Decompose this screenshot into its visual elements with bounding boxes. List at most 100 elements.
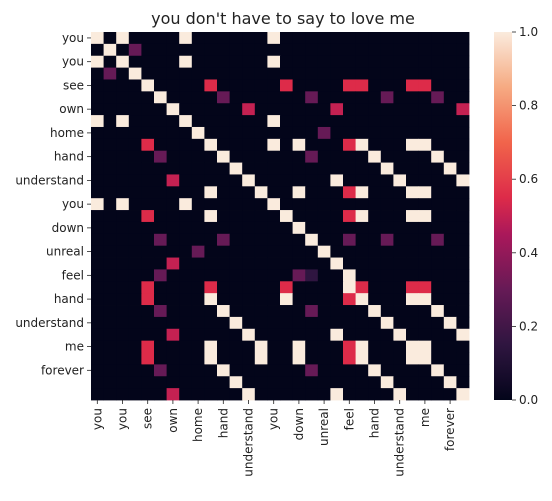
heatmap-cell — [154, 43, 167, 57]
heatmap-cell — [229, 67, 243, 80]
heatmap-cell — [431, 198, 445, 211]
heatmap-cell — [443, 364, 457, 377]
heatmap-cell — [343, 115, 356, 128]
heatmap-cell — [91, 364, 104, 377]
heatmap-cell — [330, 91, 344, 104]
heatmap-cell — [355, 281, 369, 294]
heatmap-cell — [166, 150, 180, 163]
heatmap-cell — [292, 376, 306, 389]
heatmap-cell — [128, 115, 142, 128]
heatmap-cell — [406, 388, 419, 401]
heatmap-cell — [443, 210, 457, 223]
heatmap-cell — [330, 293, 344, 306]
heatmap-cell — [191, 138, 205, 152]
heatmap-cell — [393, 32, 407, 45]
y-tick-label: unreal — [46, 245, 84, 259]
heatmap-cell — [116, 91, 130, 104]
heatmap-cell — [141, 126, 155, 140]
heatmap-cell — [229, 316, 243, 330]
heatmap-cell — [141, 293, 155, 306]
heatmap-cell — [280, 245, 293, 258]
heatmap-cell — [355, 376, 369, 389]
colorbar-tick-label: 1.0 — [519, 25, 538, 39]
heatmap-cell — [431, 103, 445, 116]
heatmap-cell — [217, 305, 230, 318]
heatmap-cell — [217, 340, 230, 353]
heatmap-cell — [128, 91, 142, 104]
heatmap-cell — [355, 79, 369, 92]
heatmap-cell — [380, 233, 394, 247]
heatmap-cell — [355, 43, 369, 57]
heatmap-cell — [191, 281, 205, 294]
heatmap-cell — [456, 388, 470, 401]
heatmap-cell — [355, 316, 369, 330]
heatmap-cell — [103, 352, 117, 365]
heatmap-cell — [431, 138, 445, 152]
heatmap-cell — [431, 316, 445, 330]
heatmap-cell — [91, 352, 104, 365]
heatmap-cell — [355, 55, 369, 69]
heatmap-cell — [305, 305, 319, 318]
heatmap-cell — [128, 126, 142, 140]
heatmap-cell — [166, 305, 180, 318]
heatmap-cell — [141, 198, 155, 211]
heatmap-cell — [406, 103, 419, 116]
heatmap-cell — [242, 138, 256, 152]
heatmap-cell — [229, 55, 243, 69]
heatmap-cell — [191, 126, 205, 140]
heatmap-cell — [116, 340, 130, 353]
heatmap-cell — [141, 79, 155, 92]
heatmap-cell — [431, 221, 445, 235]
heatmap-cell — [254, 269, 268, 282]
heatmap-cell — [305, 269, 319, 282]
heatmap-cell — [456, 162, 470, 175]
heatmap-cell — [128, 138, 142, 152]
heatmap-cell — [267, 257, 281, 270]
heatmap-cell — [191, 352, 205, 365]
heatmap-cell — [116, 245, 130, 258]
heatmap-cell — [292, 364, 306, 377]
x-tick-label: home — [191, 408, 205, 442]
heatmap-cell — [116, 364, 130, 377]
heatmap-cell — [254, 162, 268, 175]
heatmap-cell — [179, 376, 193, 389]
heatmap-cell — [191, 115, 205, 128]
heatmap-cell — [242, 293, 256, 306]
heatmap-cell — [368, 43, 382, 57]
heatmap-cell — [91, 32, 104, 45]
heatmap-cell — [116, 269, 130, 282]
heatmap-cell — [355, 233, 369, 247]
heatmap-cell — [456, 245, 470, 258]
heatmap-cell — [393, 388, 407, 401]
heatmap-cell — [128, 210, 142, 223]
y-tick-label: me — [65, 340, 84, 354]
heatmap-cell — [368, 293, 382, 306]
heatmap-cell — [317, 221, 331, 235]
heatmap-cell — [443, 388, 457, 401]
heatmap-cell — [217, 376, 230, 389]
y-tick-label: hand — [54, 150, 84, 164]
heatmap-cell — [418, 305, 432, 318]
heatmap-cell — [103, 210, 117, 223]
heatmap-cell — [305, 210, 319, 223]
y-tick-label: forever — [41, 363, 84, 377]
heatmap-cell — [254, 138, 268, 152]
heatmap-cell — [116, 233, 130, 247]
heatmap-cell — [443, 376, 457, 389]
heatmap-cell — [443, 352, 457, 365]
heatmap-cell — [343, 198, 356, 211]
heatmap-cell — [179, 328, 193, 342]
heatmap-cell — [456, 43, 470, 57]
heatmap-cell — [141, 91, 155, 104]
heatmap-cell — [267, 388, 281, 401]
heatmap-cell — [368, 198, 382, 211]
heatmap-cell — [280, 221, 293, 235]
heatmap-cell — [242, 352, 256, 365]
heatmap-cell — [154, 186, 167, 199]
heatmap-cell — [179, 103, 193, 116]
heatmap-cell — [154, 328, 167, 342]
heatmap-cell — [166, 245, 180, 258]
heatmap-cell — [443, 138, 457, 152]
heatmap-cell — [128, 79, 142, 92]
heatmap-cell — [141, 352, 155, 365]
